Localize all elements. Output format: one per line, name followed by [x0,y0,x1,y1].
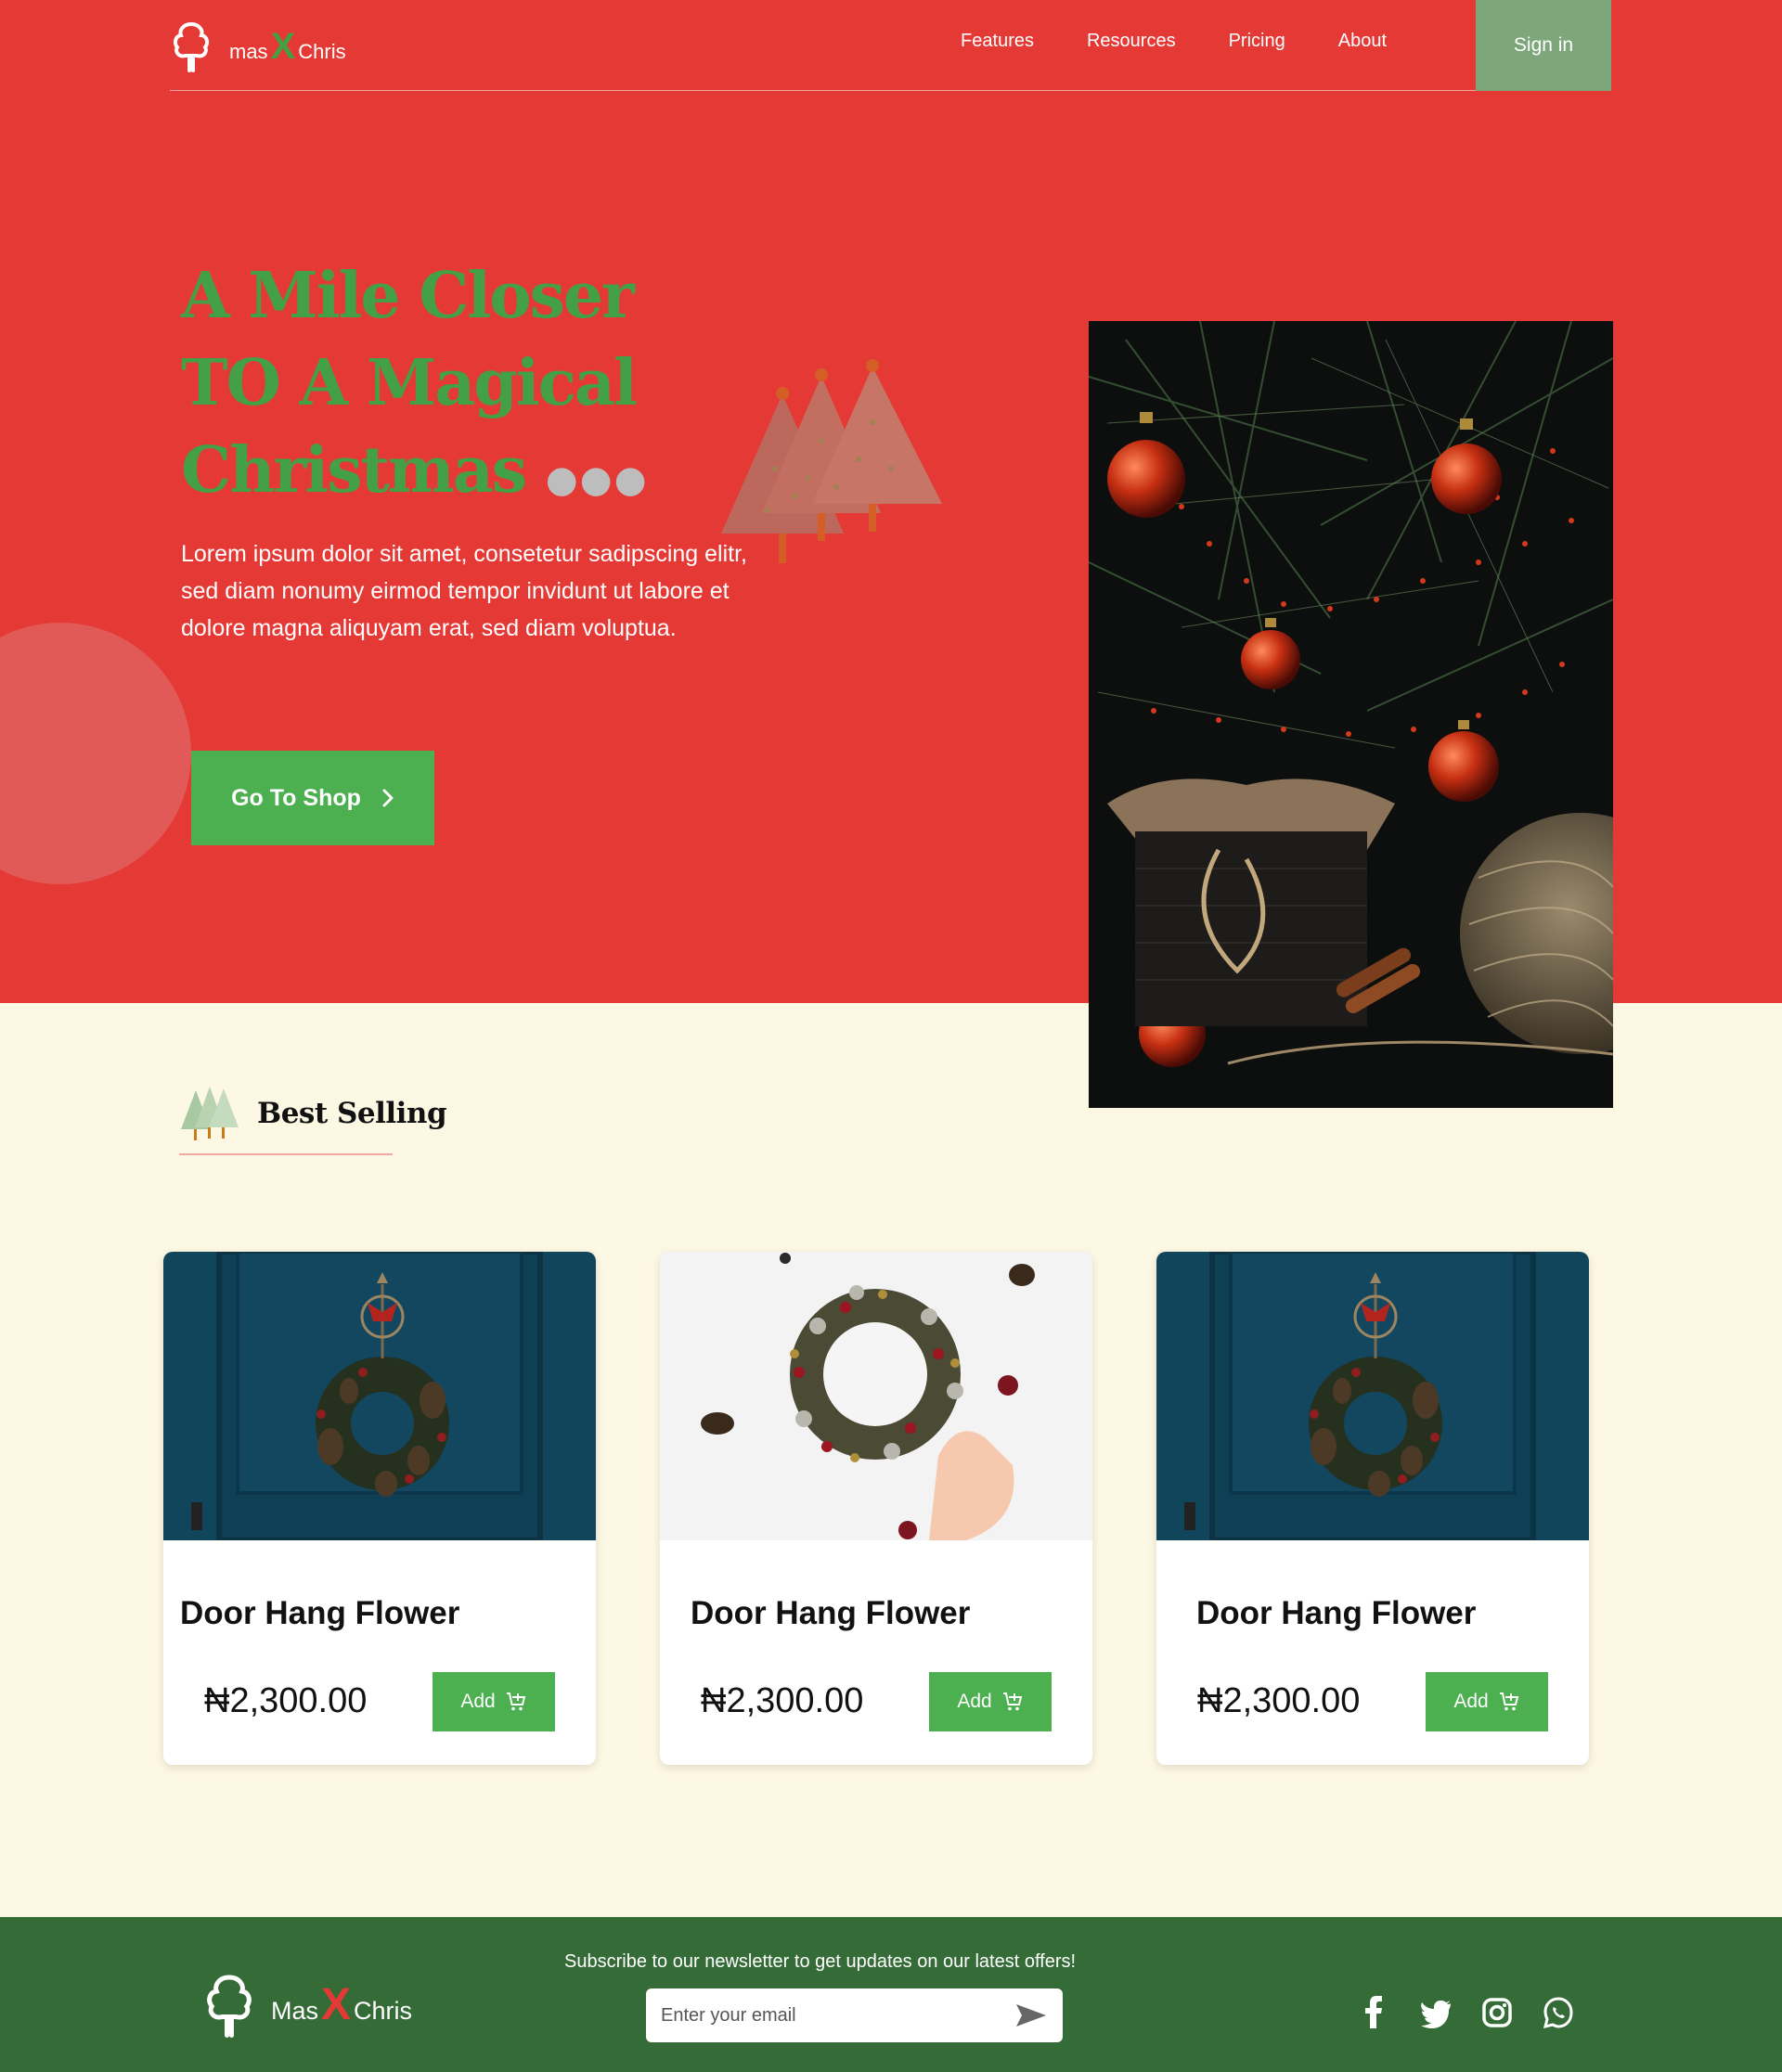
facebook-icon[interactable] [1358,1995,1391,2030]
brand-logo[interactable]: mas X Chris [170,20,346,72]
brand-name-left: mas [229,40,268,63]
add-label: Add [957,1691,992,1712]
brand-name-right: Chris [354,1997,413,2025]
product-card[interactable]: Door Hang Flower ₦2,300.00 Add [1156,1252,1589,1765]
nav-links: Features Resources Pricing About [961,31,1387,52]
instagram-icon[interactable] [1480,1995,1514,2030]
product-name: Door Hang Flower [691,1595,971,1631]
go-to-shop-button[interactable]: Go To Shop [191,751,434,845]
nav-link-pricing[interactable]: Pricing [1229,31,1285,52]
footer-brand-logo[interactable]: Mas X Chris [202,1973,412,2038]
add-to-cart-button[interactable]: Add [929,1672,1052,1731]
newsletter-text: Subscribe to our newsletter to get updat… [564,1951,1077,1972]
hero-description: Lorem ipsum dolor sit amet, consetetur s… [181,541,747,641]
brand-name-x: X [270,26,296,67]
hero-title-line-3: Christmas [181,433,527,508]
brand-name-right: Chris [298,40,346,63]
cart-plus-icon [1499,1692,1518,1711]
cart-plus-icon [1002,1692,1022,1711]
add-label: Add [1453,1691,1489,1712]
christmas-trees-icon [181,1087,239,1140]
hero-christmas-photo [1089,321,1613,1108]
twitter-icon[interactable] [1419,1995,1453,2030]
hero-title-line-2: TO A Magical [181,346,638,420]
best-selling-title: Best Selling [257,1097,447,1130]
add-label: Add [460,1691,496,1712]
product-image-wreath-table [660,1252,1092,1540]
nav-link-resources[interactable]: Resources [1087,31,1176,52]
signin-button[interactable]: Sign in [1476,0,1611,91]
add-to-cart-button[interactable]: Add [1426,1672,1548,1731]
newsletter-form [646,1988,1063,2042]
hero-title: A Mile Closer TO A Magical Christmas ●●● [181,252,649,523]
social-links [1358,1995,1575,2030]
product-image-wreath-door [163,1252,596,1540]
product-price: ₦2,300.00 [701,1681,864,1720]
product-image-wreath-door [1156,1252,1589,1540]
decorative-circle [0,623,191,884]
top-navbar: mas X Chris Features Resources Pricing A… [170,0,1611,91]
brand-wordmark: mas X Chris [229,28,346,65]
brand-name-x: X [321,1980,352,2029]
send-icon[interactable] [1014,2002,1048,2028]
best-selling-heading: Best Selling [179,1081,447,1146]
cart-plus-icon [506,1692,525,1711]
add-to-cart-button[interactable]: Add [433,1672,555,1731]
product-name: Door Hang Flower [180,1595,460,1631]
product-card[interactable]: Door Hang Flower ₦2,300.00 Add [163,1252,596,1765]
product-price: ₦2,300.00 [204,1681,368,1720]
nav-link-about[interactable]: About [1338,31,1387,52]
nav-link-features[interactable]: Features [961,31,1034,52]
product-card[interactable]: Door Hang Flower ₦2,300.00 Add [660,1252,1092,1765]
newsletter-email-input[interactable] [661,2004,1014,2027]
chevron-right-icon [382,789,394,807]
hero-title-dots: ●●● [545,457,649,501]
tree-logo-icon [207,1975,252,2038]
product-price: ₦2,300.00 [1197,1681,1361,1720]
best-selling-underline [179,1153,393,1155]
hero-title-line-1: A Mile Closer [181,259,635,333]
go-to-shop-label: Go To Shop [231,784,361,811]
product-name: Door Hang Flower [1196,1595,1477,1631]
footer-brand-wordmark: Mas X Chris [271,1983,412,2027]
whatsapp-icon[interactable] [1542,1995,1575,2030]
tree-logo-icon [173,22,210,72]
brand-name-left: Mas [271,1997,319,2025]
